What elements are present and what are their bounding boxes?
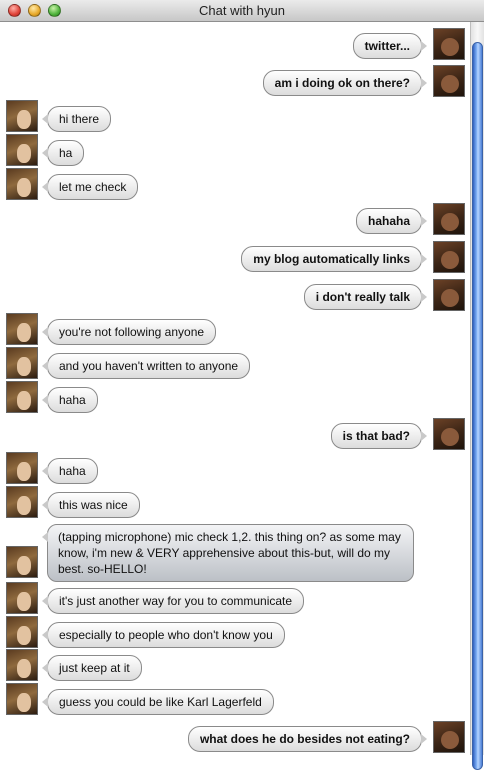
buddy-avatar bbox=[6, 313, 38, 345]
incoming-message: (tapping microphone) mic check 1,2. this… bbox=[42, 524, 414, 582]
buddy-avatar bbox=[6, 381, 38, 413]
incoming-message: it's just another way for you to communi… bbox=[41, 588, 305, 614]
buddy-avatar bbox=[6, 582, 38, 614]
my-avatar bbox=[433, 241, 465, 273]
buddy-avatar bbox=[6, 347, 38, 379]
buddy-avatar bbox=[6, 168, 38, 200]
buddy-avatar bbox=[6, 134, 38, 166]
my-avatar bbox=[433, 28, 465, 60]
buddy-avatar bbox=[6, 616, 38, 648]
incoming-message: especially to people who don't know you bbox=[42, 622, 285, 648]
incoming-message: ha bbox=[41, 140, 85, 166]
buddy-avatar bbox=[6, 100, 38, 132]
incoming-message: haha bbox=[42, 387, 98, 413]
incoming-message: guess you could be like Karl Lagerfeld bbox=[42, 689, 274, 715]
incoming-message: and you haven't written to anyone bbox=[41, 353, 251, 379]
buddy-avatar bbox=[6, 546, 38, 578]
incoming-message: haha bbox=[42, 458, 98, 484]
outgoing-message: hahaha bbox=[355, 208, 428, 234]
window-title: Chat with hyun bbox=[199, 3, 285, 18]
my-avatar bbox=[433, 279, 465, 311]
outgoing-message: my blog automatically links bbox=[241, 246, 427, 272]
incoming-message: this was nice bbox=[42, 492, 140, 518]
buddy-avatar bbox=[6, 649, 38, 681]
incoming-message: you're not following anyone bbox=[41, 319, 217, 345]
my-avatar bbox=[433, 418, 465, 450]
my-avatar bbox=[433, 203, 465, 235]
incoming-message: let me check bbox=[41, 174, 139, 200]
outgoing-message: is that bad? bbox=[330, 423, 428, 449]
outgoing-message: twitter... bbox=[352, 33, 428, 59]
window-titlebar: Chat with hyun bbox=[0, 0, 484, 22]
incoming-message: just keep at it bbox=[42, 655, 142, 681]
incoming-message: hi there bbox=[41, 106, 112, 132]
my-avatar bbox=[433, 721, 465, 753]
buddy-avatar bbox=[6, 683, 38, 715]
chat-transcript: twitter... am i doing ok on there? hi th… bbox=[0, 22, 470, 755]
buddy-avatar bbox=[6, 452, 38, 484]
outgoing-message: i don't really talk bbox=[303, 284, 428, 310]
buddy-avatar bbox=[6, 486, 38, 518]
my-avatar bbox=[433, 65, 465, 97]
vertical-scrollbar[interactable] bbox=[470, 22, 484, 770]
outgoing-message: what does he do besides not eating? bbox=[187, 726, 428, 752]
scrollbar-thumb[interactable] bbox=[472, 42, 483, 770]
outgoing-message: am i doing ok on there? bbox=[262, 70, 428, 96]
